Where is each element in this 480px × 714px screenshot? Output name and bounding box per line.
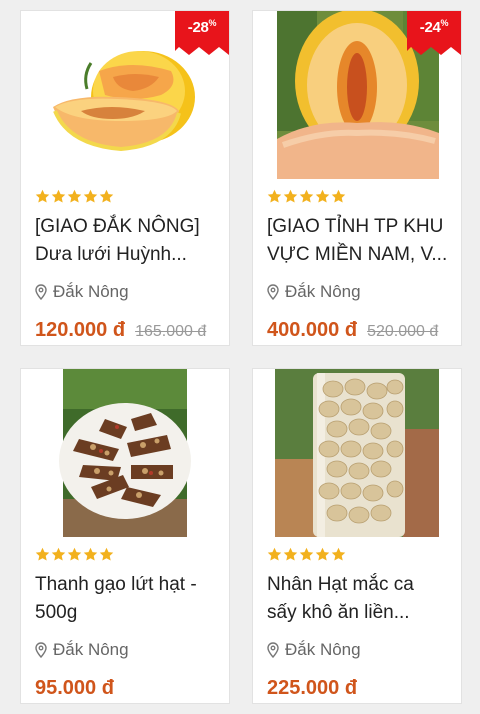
product-card[interactable]: Thanh gạo lứt hạt - 500g Đắk Nông 95.000… bbox=[20, 368, 230, 704]
star-icon bbox=[283, 547, 298, 561]
star-icon bbox=[83, 189, 98, 203]
product-image-macadamia[interactable] bbox=[253, 369, 461, 537]
star-icon bbox=[331, 547, 346, 561]
original-price: 165.000 đ bbox=[135, 323, 207, 340]
star-icon bbox=[99, 189, 114, 203]
location-pin-icon bbox=[267, 642, 279, 658]
product-title-line1: Thanh gạo lứt hạt - bbox=[35, 574, 197, 595]
discount-unit: % bbox=[208, 18, 217, 28]
price-row: 225.000 đ bbox=[267, 677, 357, 700]
product-title-line2: Dưa lưới Huỳnh... bbox=[35, 244, 187, 265]
rating-stars bbox=[267, 189, 346, 205]
location-label: Đắk Nông bbox=[53, 282, 129, 301]
current-price: 400.000 đ bbox=[267, 319, 358, 341]
product-location: Đắk Nông bbox=[35, 639, 129, 661]
product-title-line1: Nhân Hạt mắc ca bbox=[267, 574, 414, 595]
original-price: 520.000 đ bbox=[367, 323, 439, 340]
price-row: 400.000 đ 520.000 đ bbox=[267, 319, 438, 342]
location-label: Đắk Nông bbox=[285, 640, 361, 659]
star-icon bbox=[299, 189, 314, 203]
current-price: 120.000 đ bbox=[35, 319, 126, 341]
price-row: 120.000 đ 165.000 đ bbox=[35, 319, 206, 342]
product-title-line2: VỰC MIỀN NAM, V... bbox=[267, 244, 448, 265]
star-icon bbox=[67, 547, 82, 561]
product-location: Đắk Nông bbox=[267, 281, 361, 303]
star-icon bbox=[267, 189, 282, 203]
rating-stars bbox=[267, 547, 346, 563]
star-icon bbox=[267, 547, 282, 561]
discount-badge: -28% bbox=[175, 11, 229, 55]
product-title-line2: 500g bbox=[35, 602, 78, 623]
product-card[interactable]: Nhân Hạt mắc ca sấy khô ăn liền... Đắk N… bbox=[252, 368, 462, 704]
product-grid: -28% [GIAO ĐẮK NÔNG] Dưa lưới Huỳnh... Đ… bbox=[0, 0, 480, 714]
star-icon bbox=[315, 189, 330, 203]
product-title-line2: sấy khô ăn liền... bbox=[267, 602, 410, 623]
product-title[interactable]: Nhân Hạt mắc ca sấy khô ăn liền... bbox=[267, 571, 453, 627]
price-row: 95.000 đ bbox=[35, 677, 114, 700]
product-image-rice-bars[interactable] bbox=[21, 369, 229, 537]
star-icon bbox=[83, 547, 98, 561]
discount-badge: -24% bbox=[407, 11, 461, 55]
location-pin-icon bbox=[35, 642, 47, 658]
star-icon bbox=[283, 189, 298, 203]
star-icon bbox=[35, 547, 50, 561]
star-icon bbox=[51, 547, 66, 561]
star-icon bbox=[51, 189, 66, 203]
star-icon bbox=[299, 547, 314, 561]
discount-value: -28 bbox=[187, 19, 209, 36]
product-title-line1: [GIAO ĐẮK NÔNG] bbox=[35, 216, 200, 237]
product-card[interactable]: -28% [GIAO ĐẮK NÔNG] Dưa lưới Huỳnh... Đ… bbox=[20, 10, 230, 346]
product-title-line1: [GIAO TỈNH TP KHU bbox=[267, 216, 444, 237]
location-label: Đắk Nông bbox=[285, 282, 361, 301]
star-icon bbox=[99, 547, 114, 561]
location-label: Đắk Nông bbox=[53, 640, 129, 659]
product-title[interactable]: Thanh gạo lứt hạt - 500g bbox=[35, 571, 221, 627]
location-pin-icon bbox=[35, 284, 47, 300]
star-icon bbox=[67, 189, 82, 203]
current-price: 225.000 đ bbox=[267, 677, 358, 699]
product-title[interactable]: [GIAO TỈNH TP KHU VỰC MIỀN NAM, V... bbox=[267, 213, 453, 269]
current-price: 95.000 đ bbox=[35, 677, 114, 699]
rating-stars bbox=[35, 189, 114, 205]
star-icon bbox=[331, 189, 346, 203]
discount-unit: % bbox=[440, 18, 449, 28]
product-title[interactable]: [GIAO ĐẮK NÔNG] Dưa lưới Huỳnh... bbox=[35, 213, 221, 269]
product-card[interactable]: -24% [GIAO TỈNH TP KHU VỰC MIỀN NAM, V..… bbox=[252, 10, 462, 346]
star-icon bbox=[35, 189, 50, 203]
product-location: Đắk Nông bbox=[267, 639, 361, 661]
discount-value: -24 bbox=[419, 19, 441, 36]
rating-stars bbox=[35, 547, 114, 563]
product-location: Đắk Nông bbox=[35, 281, 129, 303]
location-pin-icon bbox=[267, 284, 279, 300]
star-icon bbox=[315, 547, 330, 561]
